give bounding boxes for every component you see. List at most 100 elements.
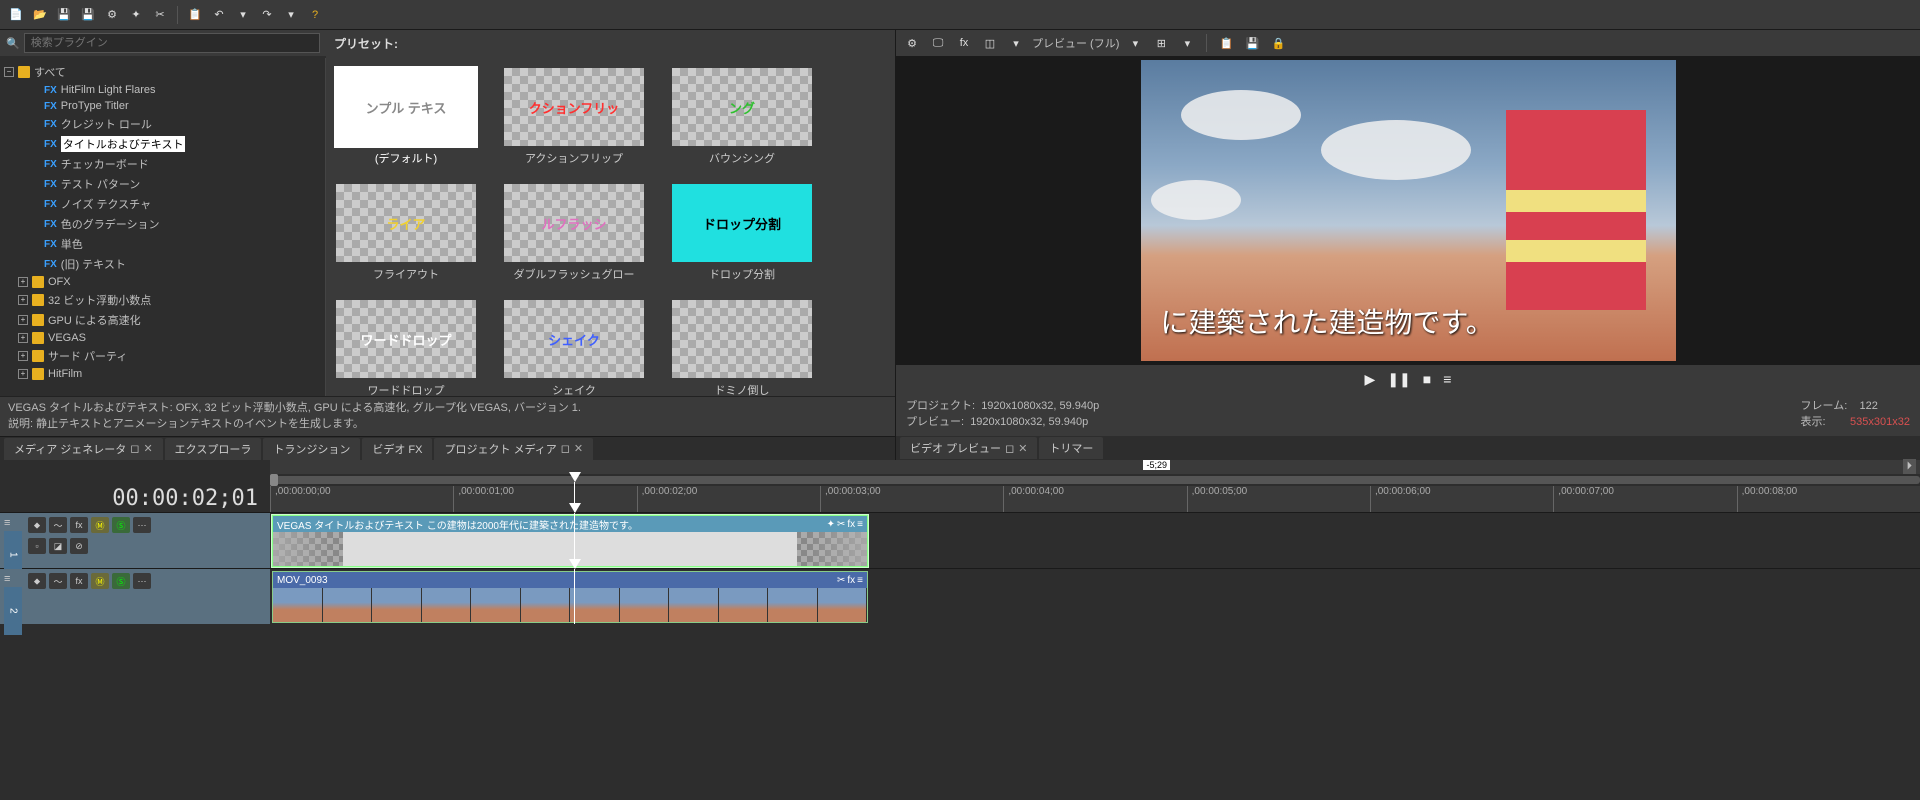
preset-item[interactable]: ドミノ倒し	[672, 300, 812, 396]
redo-dropdown-icon[interactable]: ▾	[281, 5, 301, 25]
dropdown-icon[interactable]: ▾	[1006, 33, 1026, 53]
render-icon[interactable]: ✦	[126, 5, 146, 25]
tree-folder[interactable]: + 32 ビット浮動小数点	[0, 290, 325, 310]
lock-aspect-icon[interactable]: 🔒	[1268, 33, 1288, 53]
track-fx-icon[interactable]: fx	[70, 517, 88, 533]
dropdown-icon[interactable]: ▾	[1125, 33, 1145, 53]
help-icon[interactable]: ?	[305, 5, 325, 25]
automation-icon[interactable]: 〜	[49, 573, 67, 589]
project-settings-icon[interactable]: ⚙	[902, 33, 922, 53]
more-icon[interactable]: ⋯	[133, 573, 151, 589]
new-icon[interactable]: 📄	[6, 5, 26, 25]
tree-fx-item[interactable]: FX テスト パターン	[0, 174, 325, 194]
timeline-end-marker-icon[interactable]: ⏵	[1903, 459, 1917, 474]
tree-fx-item[interactable]: FX 色のグラデーション	[0, 214, 325, 234]
compositing-icon[interactable]: ◪	[49, 538, 67, 554]
tree-folder[interactable]: + GPU による高速化	[0, 310, 325, 330]
cut-icon[interactable]: ✂	[150, 5, 170, 25]
panel-tab[interactable]: メディア ジェネレータ ◻ ✕	[4, 438, 163, 460]
preset-item[interactable]: ンプル テキス (デフォルト)	[336, 68, 476, 166]
search-icon[interactable]: 🔍	[6, 37, 20, 50]
settings-icon[interactable]: ⚙	[102, 5, 122, 25]
panel-tab[interactable]: プロジェクト メディア ◻ ✕	[434, 438, 593, 460]
tree-fx-item[interactable]: FX ProType Titler	[0, 98, 325, 114]
pan-crop-icon[interactable]: ✂	[837, 575, 845, 586]
preset-item[interactable]: ワードドロップ ワードドロップ	[336, 300, 476, 396]
external-monitor-icon[interactable]: 🖵	[928, 33, 948, 53]
mute-button[interactable]: Ⓜ	[91, 573, 109, 589]
track-2-body[interactable]: MOV_0093 ✂ fx ≡	[270, 569, 1920, 624]
undo-icon[interactable]: ↶	[209, 5, 229, 25]
save-as-icon[interactable]: 💾	[78, 5, 98, 25]
track-fx-icon[interactable]: fx	[70, 573, 88, 589]
save-icon[interactable]: 💾	[54, 5, 74, 25]
more-icon[interactable]: ⋯	[133, 517, 151, 533]
tree-fx-item[interactable]: FX タイトルおよびテキスト	[0, 134, 325, 154]
mute-button[interactable]: Ⓜ	[91, 517, 109, 533]
tree-folder[interactable]: + VEGAS	[0, 330, 325, 346]
timeline-marker[interactable]: -5;29	[1143, 460, 1170, 470]
preset-item[interactable]: ング バウンシング	[672, 68, 812, 166]
scrub-thumb[interactable]	[270, 474, 278, 486]
search-input[interactable]	[24, 33, 320, 53]
grid-icon[interactable]: ⊞	[1151, 33, 1171, 53]
title-clip[interactable]: VEGAS タイトルおよびテキスト この建物は2000年代に建築された建造物です…	[272, 515, 868, 567]
copy-icon[interactable]: 📋	[185, 5, 205, 25]
tree-fx-item[interactable]: FX ノイズ テクスチャ	[0, 194, 325, 214]
track-menu-icon[interactable]: ≡	[4, 573, 22, 585]
track-2-header[interactable]: ≡2 ⬥ 〜 fx Ⓜ Ⓢ ⋯	[0, 569, 270, 624]
save-frame-icon[interactable]: 💾	[1242, 33, 1262, 53]
opacity-icon[interactable]: ⊘	[70, 538, 88, 554]
copy-frame-icon[interactable]: 📋	[1216, 33, 1236, 53]
undock-icon[interactable]: ◻	[130, 442, 139, 455]
preset-item[interactable]: シェイク シェイク	[504, 300, 644, 396]
tree-folder[interactable]: + サード パーティ	[0, 346, 325, 366]
event-fx-icon[interactable]: fx	[847, 519, 855, 530]
menu-button[interactable]: ≡	[1443, 371, 1451, 387]
preview-quality-label[interactable]: プレビュー (フル)	[1032, 35, 1119, 51]
timeline-ruler[interactable]: ,00:00:00;00,00:00:01;00,00:00:02;00,00:…	[270, 486, 1920, 512]
pause-button[interactable]: ❚❚	[1387, 371, 1410, 388]
panel-tab[interactable]: エクスプローラ	[165, 438, 262, 460]
tree-fx-item[interactable]: FX (旧) テキスト	[0, 254, 325, 274]
split-icon[interactable]: ◫	[980, 33, 1000, 53]
undo-dropdown-icon[interactable]: ▾	[233, 5, 253, 25]
automation-icon[interactable]: 〜	[49, 517, 67, 533]
generated-media-icon[interactable]: ✦	[827, 519, 835, 530]
preset-item[interactable]: ライア フライアウト	[336, 184, 476, 282]
panel-tab[interactable]: トリマー	[1039, 437, 1103, 459]
tree-fx-item[interactable]: FX チェッカーボード	[0, 154, 325, 174]
event-menu-icon[interactable]: ≡	[857, 519, 863, 530]
panel-tab[interactable]: トランジション	[263, 438, 360, 460]
panel-tab[interactable]: ビデオ FX	[362, 438, 432, 460]
panel-tab[interactable]: ビデオ プレビュー ◻ ✕	[900, 437, 1037, 459]
tree-fx-item[interactable]: FX HitFilm Light Flares	[0, 82, 325, 98]
preset-item[interactable]: クションフリッ アクションフリップ	[504, 68, 644, 166]
tree-folder[interactable]: + HitFilm	[0, 366, 325, 382]
video-clip[interactable]: MOV_0093 ✂ fx ≡	[272, 571, 868, 623]
undock-icon[interactable]: ◻	[561, 442, 570, 455]
event-fx-icon[interactable]: fx	[847, 575, 855, 586]
tree-root[interactable]: − すべて	[0, 62, 325, 82]
tree-folder[interactable]: + OFX	[0, 274, 325, 290]
close-tab-icon[interactable]: ✕	[1018, 442, 1027, 455]
timeline-marker-bar[interactable]: -5;29 ⏵	[270, 460, 1920, 474]
tree-fx-item[interactable]: FX 単色	[0, 234, 325, 254]
dropdown-icon[interactable]: ▾	[1177, 33, 1197, 53]
undock-icon[interactable]: ◻	[1005, 442, 1014, 455]
preset-item[interactable]: ルフラッシ ダブルフラッシュグロー	[504, 184, 644, 282]
close-tab-icon[interactable]: ✕	[143, 442, 152, 455]
bypass-fx-icon[interactable]: ⬥	[28, 517, 46, 533]
open-icon[interactable]: 📂	[30, 5, 50, 25]
track-motion-icon[interactable]: ▫	[28, 538, 46, 554]
track-1-header[interactable]: ≡1 ⬥ 〜 fx Ⓜ Ⓢ ⋯ ▫ ◪ ⊘	[0, 513, 270, 568]
redo-icon[interactable]: ↷	[257, 5, 277, 25]
timeline-scrubber[interactable]	[270, 476, 1920, 484]
stop-button[interactable]: ■	[1423, 371, 1431, 387]
solo-button[interactable]: Ⓢ	[112, 517, 130, 533]
pan-crop-icon[interactable]: ✂	[837, 519, 845, 530]
track-1-body[interactable]: VEGAS タイトルおよびテキスト この建物は2000年代に建築された建造物です…	[270, 513, 1920, 568]
bypass-fx-icon[interactable]: ⬥	[28, 573, 46, 589]
solo-button[interactable]: Ⓢ	[112, 573, 130, 589]
fx-icon[interactable]: fx	[954, 33, 974, 53]
